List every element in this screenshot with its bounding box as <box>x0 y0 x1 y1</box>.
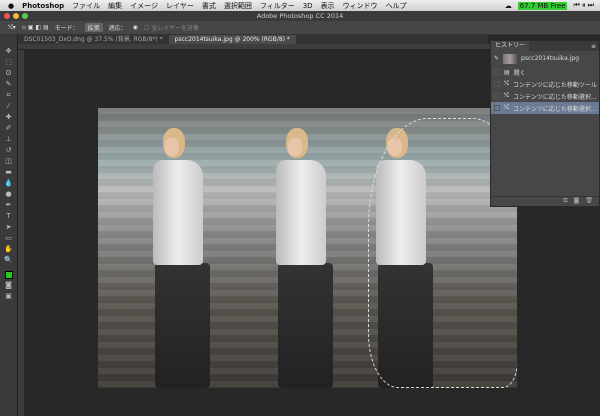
all-layers-label: 全レイヤーを対象 <box>151 25 200 32</box>
person-figure <box>143 108 223 388</box>
selection-mode-icons[interactable]: ▫ ▣ ◧ ▤ <box>22 24 49 31</box>
title-bar: Adobe Photoshop CC 2014 <box>0 11 600 21</box>
close-button[interactable] <box>4 13 10 19</box>
person-figure <box>266 108 346 388</box>
zoom-button[interactable] <box>22 13 28 19</box>
blur-tool-icon[interactable]: 💧 <box>4 179 14 188</box>
menu-app[interactable]: Photoshop <box>22 2 64 10</box>
menu-file[interactable]: ファイル <box>72 1 100 11</box>
content-aware-move-icon: ⤭ <box>504 92 509 99</box>
zoom-tool-icon[interactable]: 🔍 <box>4 256 14 265</box>
adapt-select[interactable]: ◉ <box>133 24 138 31</box>
foreground-color-swatch[interactable] <box>4 271 13 279</box>
camera-snapshot-icon[interactable]: ◙ <box>574 197 580 206</box>
menu-3d[interactable]: 3D <box>303 2 313 10</box>
snapshot-thumbnail <box>503 53 518 64</box>
history-tab[interactable]: ヒストリー <box>491 41 530 51</box>
cloud-icon[interactable]: ☁ <box>505 2 512 10</box>
history-brush-icon[interactable]: ↺ <box>4 146 14 155</box>
healing-tool-icon[interactable]: ✚ <box>4 113 14 122</box>
adapt-label: 適応： <box>108 25 127 32</box>
pen-tool-icon[interactable]: ✒ <box>4 201 14 210</box>
history-item[interactable]: ⤭ コンテンツに応じた移動ツール <box>491 78 599 90</box>
shape-tool-icon[interactable]: ▭ <box>4 234 14 243</box>
content-aware-move-icon[interactable]: ⤭▾ <box>8 24 16 32</box>
menu-layer[interactable]: レイヤー <box>166 1 194 11</box>
brush-tool-icon[interactable]: ✐ <box>4 124 14 133</box>
menu-edit[interactable]: 編集 <box>108 1 122 11</box>
vertical-ruler <box>18 50 24 416</box>
options-bar: ⤭▾ ▫ ▣ ◧ ▤ モード： 拡張 適応： ◉ ☐ 全レイヤーを対象 <box>0 21 600 35</box>
menu-bar: ● Photoshop ファイル 編集 イメージ レイヤー 書式 選択範囲 フィ… <box>0 0 600 11</box>
tools-panel: ✥ ⬚ ʘ ✎ ⌗ ⁄ ✚ ✐ ⊥ ↺ ◫ ▬ 💧 ● ✒ T ➤ ▭ ✋ 🔍 … <box>0 35 18 416</box>
dodge-tool-icon[interactable]: ● <box>4 190 14 199</box>
history-panel: ヒストリー ≡ ✎ pscc2014tsuika.jpg ▤ 開く ⤭ コンテンツに応じ… <box>490 40 600 207</box>
history-item-label: 開く <box>513 69 526 77</box>
horizontal-ruler <box>18 44 490 50</box>
mode-label: モード： <box>54 25 79 32</box>
history-item-label: コンテンツに応じた移動選択... <box>512 93 597 101</box>
history-item-label: コンテンツに応じた移動選択... <box>512 105 597 113</box>
snapshot-label: pscc2014tsuika.jpg <box>521 55 580 62</box>
history-item-label: コンテンツに応じた移動ツール <box>512 81 597 89</box>
panel-menu-icon[interactable]: ≡ <box>591 43 599 50</box>
document-canvas[interactable] <box>98 108 517 388</box>
quick-mask-icon[interactable]: ◙ <box>4 281 14 290</box>
crop-tool-icon[interactable]: ⌗ <box>4 91 14 100</box>
history-item[interactable]: ▤ 開く <box>491 66 599 78</box>
menu-select[interactable]: 選択範囲 <box>224 1 252 11</box>
media-controls-icon[interactable]: ⏮ ⏸ ⏭ <box>573 1 594 10</box>
menu-view[interactable]: 表示 <box>321 1 335 11</box>
menu-filter[interactable]: フィルター <box>260 1 295 11</box>
open-doc-icon: ▤ <box>504 68 510 76</box>
all-layers-checkbox[interactable]: ☐ 全レイヤーを対象 <box>144 23 199 32</box>
marquee-tool-icon[interactable]: ⬚ <box>4 58 14 67</box>
trash-icon[interactable]: 🗑 <box>585 197 593 206</box>
menu-type[interactable]: 書式 <box>202 1 216 11</box>
eyedropper-tool-icon[interactable]: ⁄ <box>4 102 14 111</box>
path-select-icon[interactable]: ➤ <box>4 223 14 232</box>
history-snapshot[interactable]: ✎ pscc2014tsuika.jpg <box>491 51 599 66</box>
eraser-tool-icon[interactable]: ◫ <box>4 157 14 166</box>
history-item-selected[interactable]: ⤭ コンテンツに応じた移動選択... <box>491 102 599 114</box>
hand-tool-icon[interactable]: ✋ <box>4 245 14 254</box>
memory-indicator[interactable]: 67.7 MB Free <box>517 1 568 10</box>
history-item[interactable]: ⤭ コンテンツに応じた移動選択... <box>491 90 599 102</box>
content-aware-move-icon: ⤭ <box>504 104 509 111</box>
tab-document-2[interactable]: pscc2014tsuika.jpg @ 200% (RGB/8) * <box>168 35 296 44</box>
apple-icon[interactable]: ● <box>8 2 14 10</box>
content-aware-move-icon: ⤭ <box>504 80 509 87</box>
screen-mode-icon[interactable]: ▣ <box>4 292 14 301</box>
gradient-tool-icon[interactable]: ▬ <box>4 168 14 177</box>
history-brush-source-icon[interactable]: ✎ <box>494 55 499 62</box>
window-title: Adobe Photoshop CC 2014 <box>256 12 344 20</box>
menu-image[interactable]: イメージ <box>130 1 158 11</box>
menu-window[interactable]: ウィンドウ <box>343 1 378 11</box>
quick-select-tool-icon[interactable]: ✎ <box>4 80 14 89</box>
mode-select[interactable]: 拡張 <box>84 23 103 32</box>
new-document-from-state-icon[interactable]: ⧉ <box>563 197 567 206</box>
lasso-tool-icon[interactable]: ʘ <box>4 69 14 78</box>
tab-document-1[interactable]: DSC01503_DxO.dng @ 37.5% (背景, RGB/8*) * <box>18 35 169 44</box>
stamp-tool-icon[interactable]: ⊥ <box>4 135 14 144</box>
document-tabs: DSC01503_DxO.dng @ 37.5% (背景, RGB/8*) * … <box>18 35 488 44</box>
move-tool-icon[interactable]: ✥ <box>4 47 14 56</box>
menu-help[interactable]: ヘルプ <box>386 1 407 11</box>
minimize-button[interactable] <box>13 13 19 19</box>
type-tool-icon[interactable]: T <box>4 212 14 221</box>
